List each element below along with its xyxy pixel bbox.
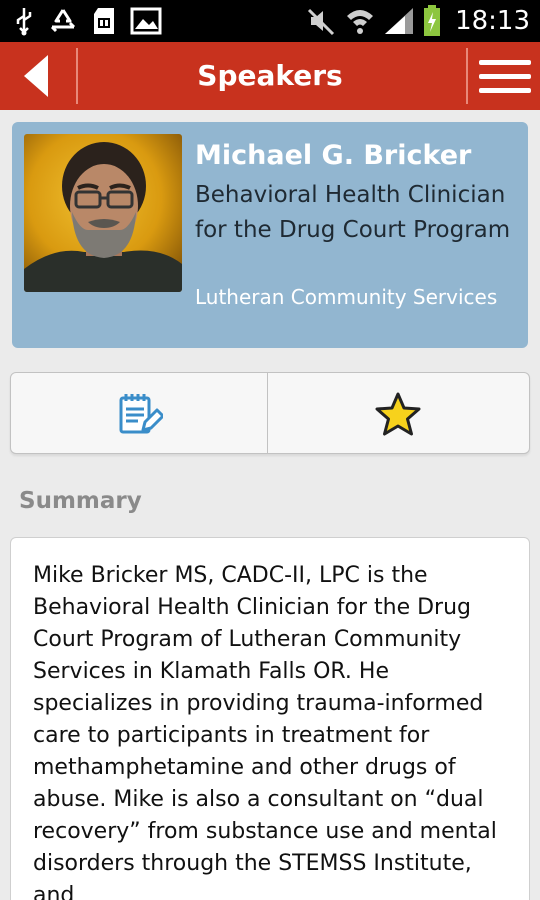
hamburger-menu-icon (479, 59, 531, 65)
action-bar: Speakers (0, 42, 540, 110)
sd-card-icon (94, 8, 114, 34)
speaker-photo (24, 134, 182, 292)
summary-card: Mike Bricker MS, CADC-II, LPC is the Beh… (10, 537, 530, 900)
notification-icons (14, 6, 162, 36)
favorite-button[interactable] (269, 373, 526, 453)
status-bar: 18:13 (0, 0, 540, 42)
speaker-title: Behavioral Health Clinician for the Drug… (195, 182, 511, 243)
image-icon (130, 7, 162, 35)
action-bar-divider (76, 48, 78, 104)
clock: 18:13 (455, 6, 530, 36)
system-status-icons: 18:13 (305, 4, 530, 38)
recycle-icon (50, 9, 76, 33)
menu-button[interactable] (470, 42, 540, 110)
notes-edit-icon (119, 394, 163, 434)
speaker-card: Michael G. Bricker Behavioral Health Cli… (12, 122, 528, 348)
back-arrow-icon (24, 55, 48, 97)
page-title: Speakers (197, 59, 343, 92)
speaker-name: Michael G. Bricker (195, 140, 472, 171)
summary-heading: Summary (19, 488, 142, 514)
button-divider (267, 373, 268, 453)
mute-icon (308, 8, 335, 36)
battery-charging-icon (424, 5, 441, 36)
action-bar-divider (466, 48, 468, 104)
signal-icon (385, 8, 414, 34)
usb-icon (16, 8, 32, 36)
speaker-organization: Lutheran Community Services (195, 285, 498, 309)
summary-text: Mike Bricker MS, CADC-II, LPC is the Beh… (33, 563, 497, 900)
wifi-icon (347, 10, 374, 34)
notes-button[interactable] (11, 373, 268, 453)
star-icon (375, 392, 420, 436)
back-button[interactable] (0, 42, 74, 110)
speaker-actions (10, 372, 530, 454)
